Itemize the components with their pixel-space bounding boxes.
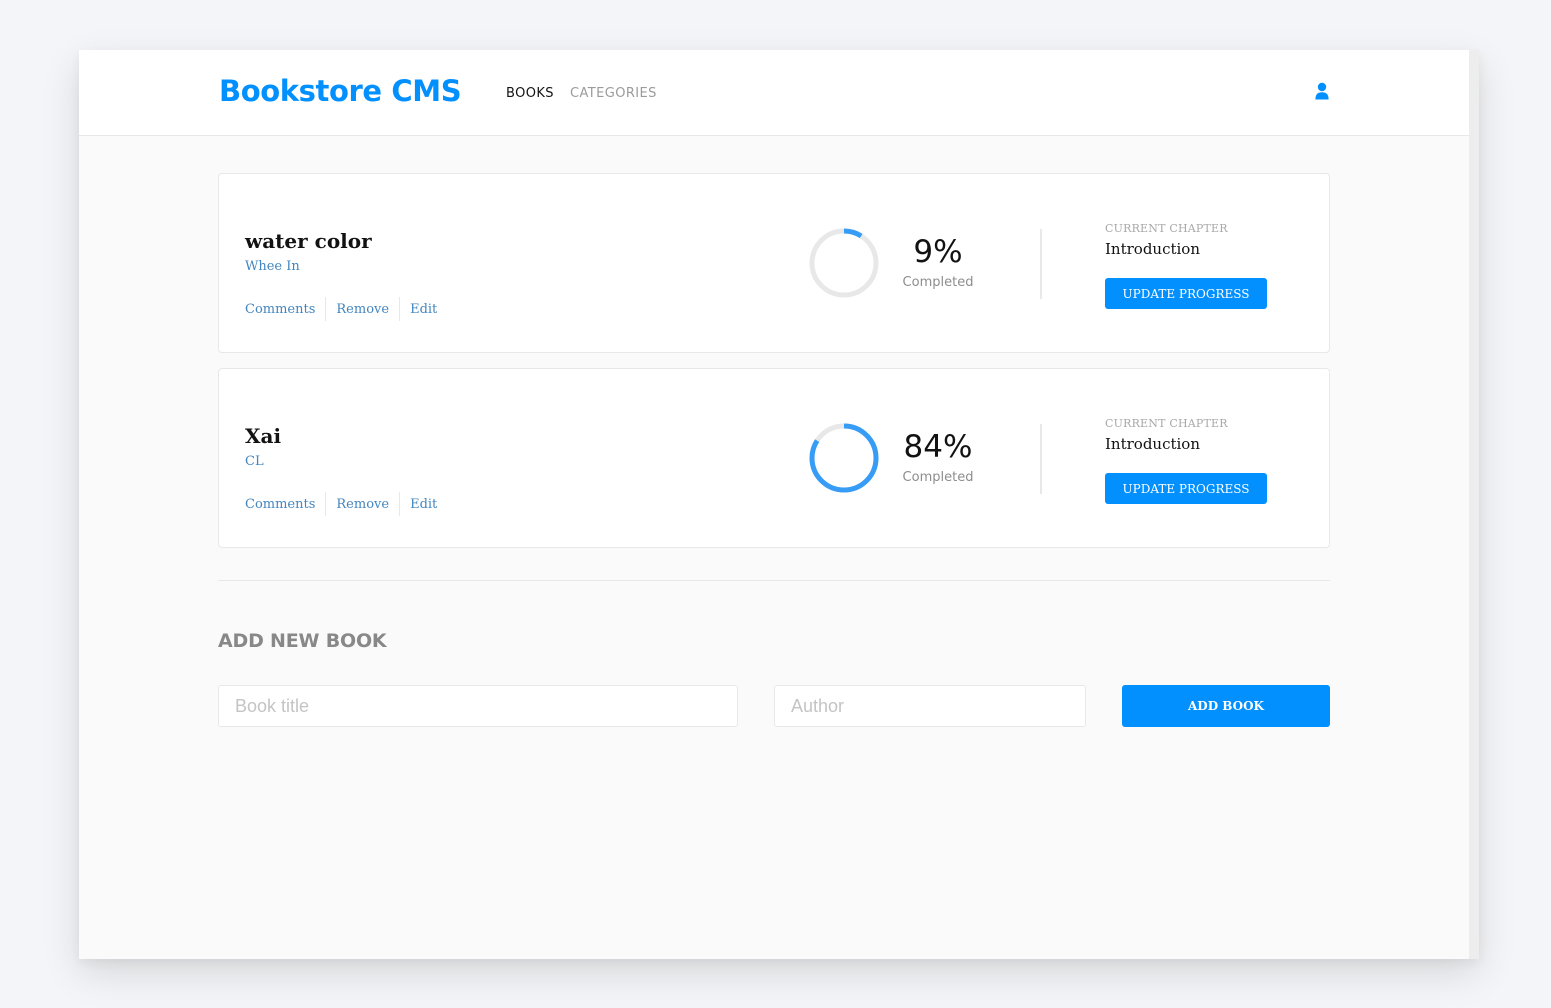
book-actions: Comments Remove Edit (245, 491, 437, 517)
progress-percent: 84% (903, 429, 973, 465)
remove-button[interactable]: Remove (336, 302, 389, 317)
current-chapter-value: Introduction (1105, 240, 1200, 258)
user-icon[interactable] (1313, 82, 1331, 100)
book-title: water color (245, 229, 372, 253)
current-chapter-label: CURRENT CHAPTER (1105, 222, 1228, 235)
book-card: Xai CL Comments Remove Edit 84% Complete… (218, 368, 1330, 548)
progress-percent: 9% (913, 234, 963, 270)
app-window: Bookstore CMS BOOKS CATEGORIES water col… (79, 50, 1479, 959)
progress-track (809, 228, 879, 298)
update-progress-button[interactable]: UPDATE PROGRESS (1105, 278, 1267, 309)
edit-button[interactable]: Edit (410, 302, 437, 317)
comments-button[interactable]: Comments (245, 497, 315, 512)
divider (399, 297, 401, 321)
nav-books-link[interactable]: BOOKS (506, 86, 554, 101)
book-card: water color Whee In Comments Remove Edit… (218, 173, 1330, 353)
vertical-divider (1040, 424, 1042, 494)
book-actions: Comments Remove Edit (245, 296, 437, 322)
current-chapter-value: Introduction (1105, 435, 1200, 453)
comments-button[interactable]: Comments (245, 302, 315, 317)
book-title-input[interactable] (218, 685, 738, 727)
top-navbar: Bookstore CMS BOOKS CATEGORIES (79, 50, 1469, 136)
progress-status: Completed (902, 275, 974, 290)
update-progress-button[interactable]: UPDATE PROGRESS (1105, 473, 1267, 504)
progress-status: Completed (902, 470, 974, 485)
divider (399, 492, 401, 516)
vertical-divider (1040, 229, 1042, 299)
add-book-heading: ADD NEW BOOK (218, 630, 387, 652)
divider (325, 492, 327, 516)
book-title: Xai (245, 424, 282, 448)
section-divider (218, 580, 1330, 581)
book-author[interactable]: Whee In (245, 259, 300, 274)
nav-categories-link[interactable]: CATEGORIES (570, 86, 657, 101)
book-author[interactable]: CL (245, 454, 264, 469)
add-book-button[interactable]: ADD BOOK (1122, 685, 1330, 727)
edit-button[interactable]: Edit (410, 497, 437, 512)
remove-button[interactable]: Remove (336, 497, 389, 512)
divider (325, 297, 327, 321)
app-logo[interactable]: Bookstore CMS (219, 74, 462, 108)
current-chapter-label: CURRENT CHAPTER (1105, 417, 1228, 430)
author-input[interactable] (774, 685, 1086, 727)
progress-ring (809, 228, 879, 298)
scrollbar[interactable] (1469, 50, 1479, 959)
progress-ring (809, 423, 879, 493)
